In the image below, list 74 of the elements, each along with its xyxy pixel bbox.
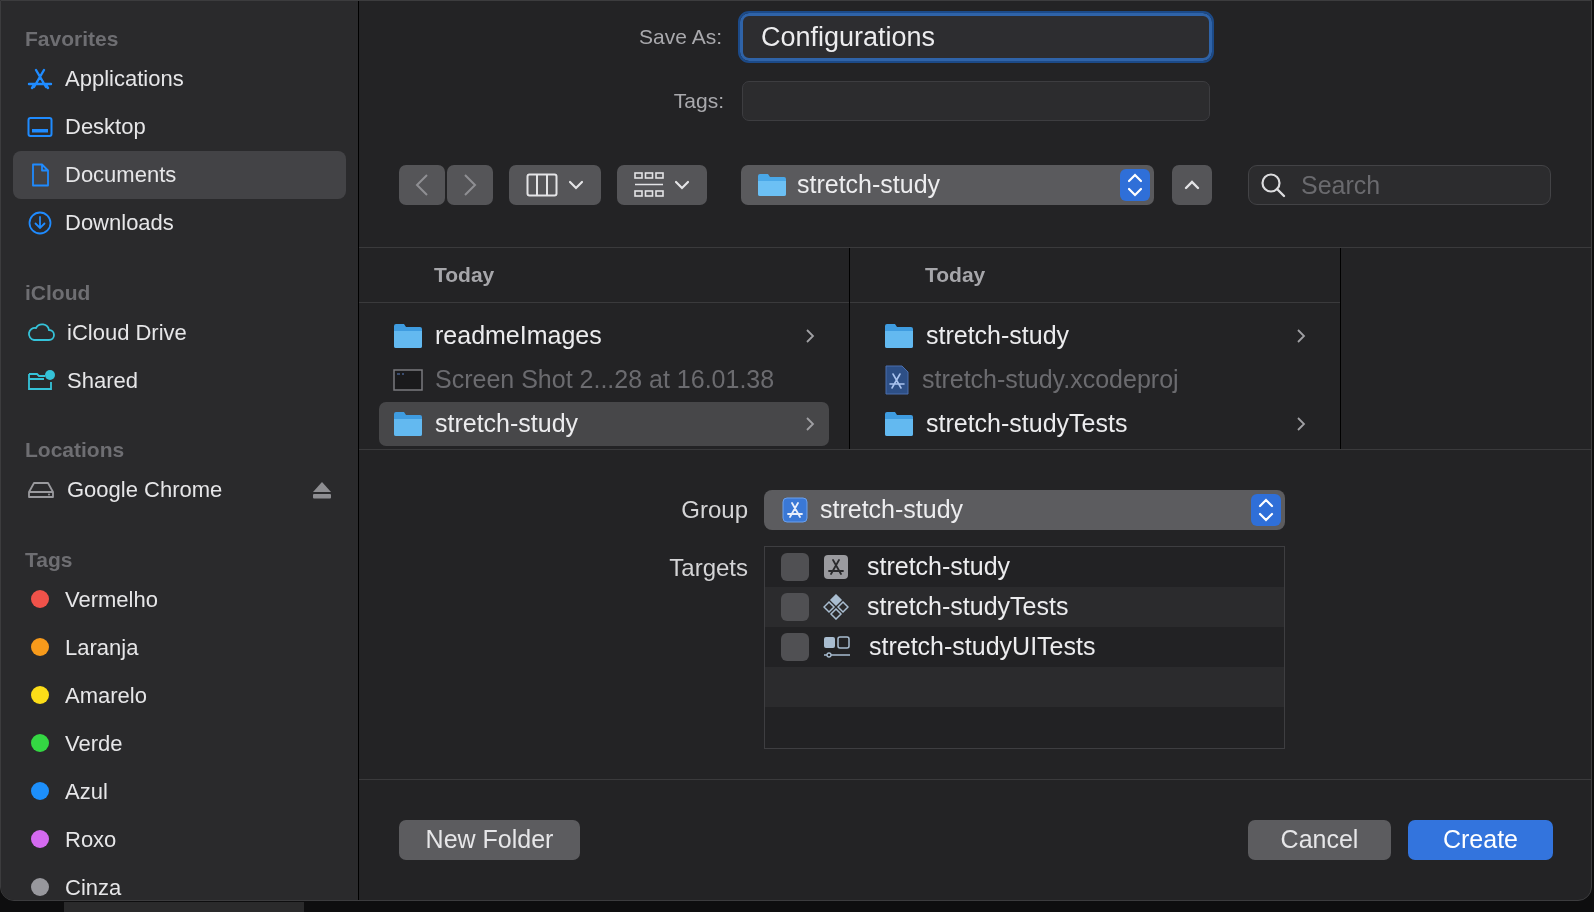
sidebar-item[interactable]: Documents bbox=[13, 150, 346, 199]
app-icon bbox=[782, 497, 808, 523]
blueprint-file-icon bbox=[884, 365, 910, 395]
field-label: Tags: bbox=[672, 88, 725, 115]
file-row[interactable]: stretch-study bbox=[870, 314, 1320, 358]
drive-icon bbox=[27, 479, 55, 500]
file-row[interactable]: stretch-study bbox=[379, 402, 829, 446]
group-popup[interactable]: stretch-study bbox=[764, 490, 1285, 530]
stepper-icon bbox=[1120, 169, 1150, 201]
parent-folder-button[interactable] bbox=[1172, 165, 1212, 205]
desktop-icon bbox=[27, 115, 53, 138]
sidebar-item[interactable]: Amarelo bbox=[13, 671, 346, 719]
chevron-up-icon bbox=[1184, 180, 1200, 190]
shared-folder-icon bbox=[27, 369, 55, 391]
chevron-down-icon bbox=[674, 180, 690, 190]
sidebar-item[interactable]: Azul bbox=[13, 767, 346, 815]
sidebar-item[interactable]: Google Chrome bbox=[13, 465, 346, 514]
forward-icon bbox=[463, 173, 477, 197]
file-row[interactable]: readmeImages bbox=[379, 314, 829, 358]
checkbox[interactable] bbox=[781, 553, 809, 581]
dialog-button[interactable]: Cancel bbox=[1248, 820, 1391, 860]
tags-field[interactable] bbox=[742, 81, 1210, 121]
column-header: Today bbox=[359, 248, 849, 303]
grid-icon bbox=[634, 172, 664, 198]
column-header: Today bbox=[850, 248, 1340, 303]
download-icon bbox=[27, 210, 53, 235]
stepper-icon bbox=[1251, 494, 1281, 526]
sidebar-item[interactable]: Shared bbox=[13, 356, 346, 404]
section-header: Locations bbox=[24, 437, 126, 463]
sidebar-item[interactable]: Laranja bbox=[13, 623, 346, 671]
checkbox[interactable] bbox=[781, 593, 809, 621]
field-label: Save As: bbox=[638, 24, 723, 51]
diamonds-icon bbox=[823, 594, 849, 620]
folder-icon bbox=[393, 323, 423, 349]
sidebar-item[interactable]: Roxo bbox=[13, 815, 346, 863]
field-label: Targets bbox=[668, 553, 749, 583]
section-header: Tags bbox=[24, 546, 74, 573]
folder-icon bbox=[884, 323, 914, 349]
sidebar-item[interactable]: Cinza bbox=[13, 863, 346, 900]
forward-button[interactable] bbox=[447, 165, 493, 205]
search-field[interactable]: Search bbox=[1248, 165, 1551, 205]
checkbox[interactable] bbox=[781, 633, 809, 661]
file-row[interactable]: stretch-studyTests bbox=[870, 402, 1320, 446]
cloud-icon bbox=[27, 322, 55, 342]
save-as-field[interactable]: Configurations bbox=[740, 13, 1212, 61]
app-store-icon bbox=[27, 67, 53, 90]
sidebar-item[interactable]: Applications bbox=[13, 54, 346, 103]
search-icon bbox=[1260, 172, 1286, 198]
app-icon bbox=[823, 554, 849, 580]
group-view-button[interactable] bbox=[617, 165, 707, 205]
sidebar-item[interactable]: iCloud Drive bbox=[13, 308, 346, 356]
sidebar-item[interactable]: Verde bbox=[13, 719, 346, 767]
section-header: iCloud bbox=[24, 279, 92, 306]
target-name: stretch-studyTests bbox=[867, 591, 1069, 623]
target-name: stretch-studyUITests bbox=[869, 631, 1096, 663]
sidebar-item[interactable]: Vermelho bbox=[13, 575, 346, 623]
columns-icon bbox=[526, 173, 558, 197]
section-header: Favorites bbox=[24, 26, 120, 52]
sidebar-item[interactable]: Downloads bbox=[13, 198, 346, 247]
screenshot-thumbnail-icon bbox=[393, 369, 423, 391]
folder-icon bbox=[393, 411, 423, 437]
back-button[interactable] bbox=[399, 165, 445, 205]
field-label: Group bbox=[680, 495, 749, 525]
target-name: stretch-study bbox=[867, 551, 1011, 583]
dialog-button[interactable]: Create bbox=[1408, 820, 1553, 860]
windows-icon bbox=[823, 635, 851, 659]
column-view-button[interactable] bbox=[509, 165, 601, 205]
folder-icon bbox=[757, 173, 787, 197]
sidebar-item[interactable]: Desktop bbox=[13, 102, 346, 151]
back-icon bbox=[415, 173, 429, 197]
path-popup[interactable]: stretch-study bbox=[741, 165, 1154, 205]
chevron-down-icon bbox=[568, 180, 584, 190]
folder-icon bbox=[884, 411, 914, 437]
dialog-button[interactable]: New Folder bbox=[399, 820, 580, 860]
